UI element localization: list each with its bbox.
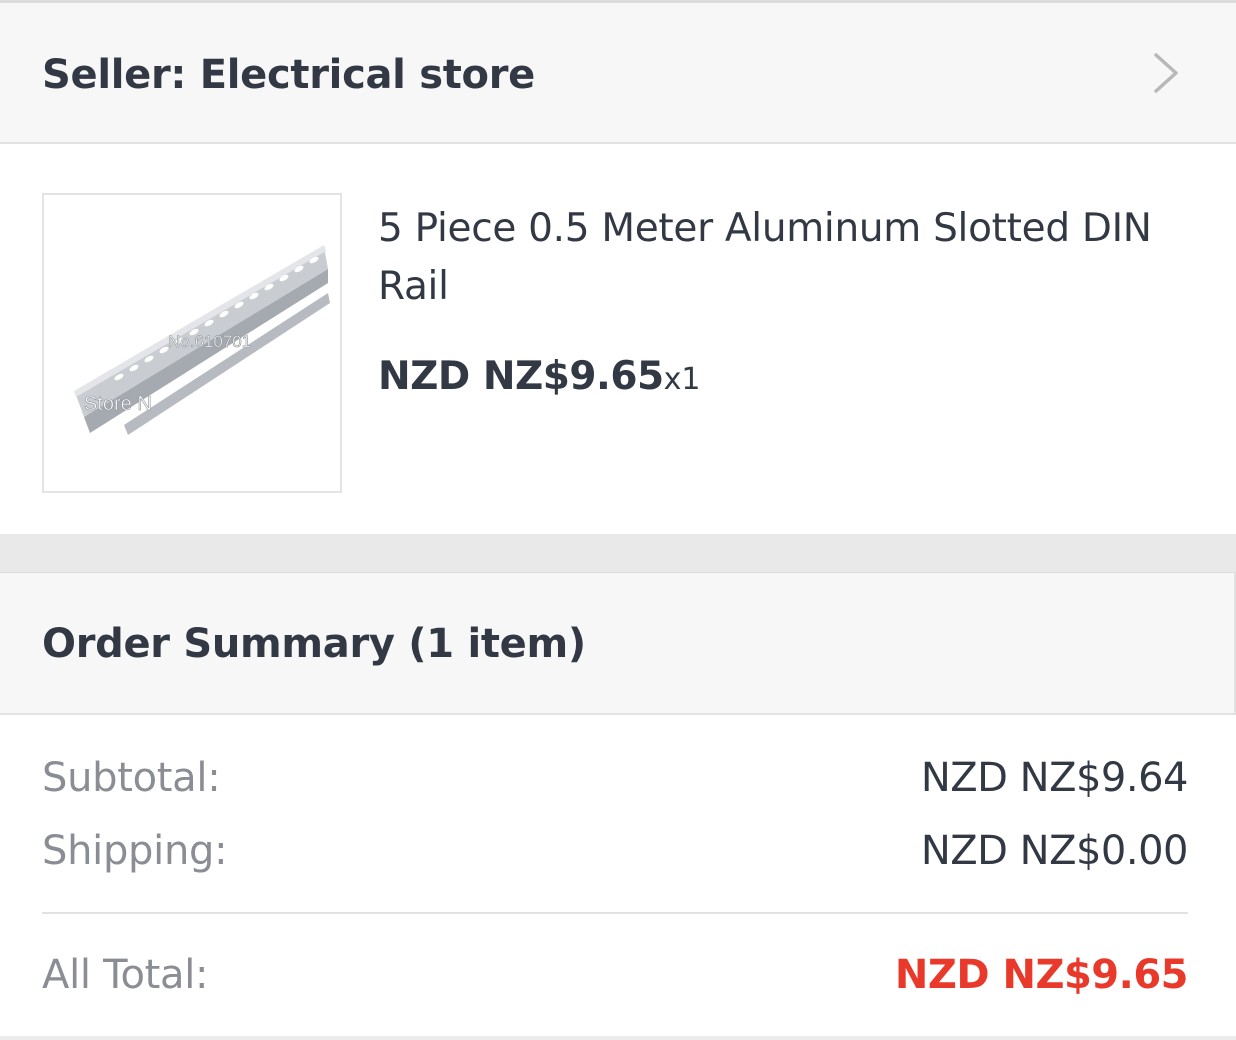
din-rail-image: No.610701 Store N — [74, 245, 330, 435]
watermark-store: Store N — [84, 393, 152, 415]
order-summary-body: Subtotal: NZD NZ$9.64 Shipping: NZD NZ$0… — [0, 715, 1236, 1040]
total-value: NZD NZ$9.65 — [894, 952, 1189, 998]
shipping-label: Shipping: — [42, 828, 228, 874]
subtotal-value: NZD NZ$9.64 — [920, 755, 1189, 801]
summary-divider — [42, 912, 1188, 914]
seller-label: Seller: Electrical store — [42, 52, 535, 98]
price-row: NZD NZ$9.65x1 — [378, 354, 701, 399]
seller-header[interactable]: Seller: Electrical store — [0, 3, 1236, 144]
chevron-right-icon — [1154, 53, 1178, 93]
order-summary-title: Order Summary (1 item) — [42, 621, 586, 667]
shipping-value: NZD NZ$0.00 — [920, 828, 1189, 874]
bottom-divider — [0, 1036, 1236, 1040]
product-card[interactable]: No.610701 Store N 5 Piece 0.5 Meter Alum… — [0, 144, 1236, 534]
product-price: NZD NZ$9.65 — [378, 354, 664, 399]
total-label: All Total: — [42, 952, 209, 998]
subtotal-row: Subtotal: NZD NZ$9.64 — [42, 752, 1189, 804]
shipping-row: Shipping: NZD NZ$0.00 — [42, 825, 1189, 877]
section-divider — [0, 534, 1236, 572]
subtotal-label: Subtotal: — [42, 755, 221, 801]
total-row: All Total: NZD NZ$9.65 — [42, 949, 1189, 1001]
product-thumbnail[interactable]: No.610701 Store N — [42, 193, 342, 493]
order-summary-header: Order Summary (1 item) — [0, 572, 1236, 715]
watermark-number: No.610701 — [168, 332, 251, 351]
product-title[interactable]: 5 Piece 0.5 Meter Aluminum Slotted DIN R… — [378, 200, 1198, 316]
product-quantity: x1 — [663, 362, 701, 397]
